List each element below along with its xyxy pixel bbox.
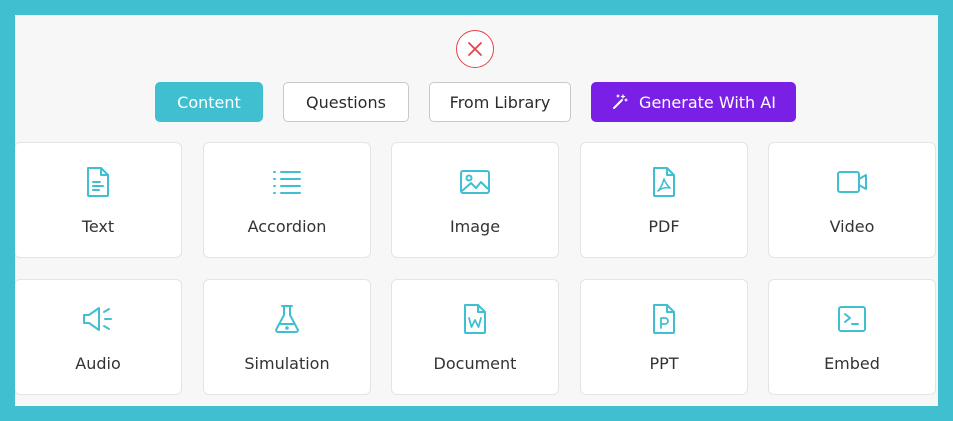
card-label: Embed xyxy=(824,354,880,373)
card-audio[interactable]: Audio xyxy=(15,279,182,395)
card-label: Video xyxy=(829,217,875,236)
flask-icon xyxy=(271,302,303,336)
list-icon xyxy=(271,165,303,199)
tab-questions-label: Questions xyxy=(306,92,386,112)
card-label: Document xyxy=(433,354,517,373)
card-document[interactable]: Document xyxy=(391,279,559,395)
magic-wand-icon xyxy=(611,93,629,111)
pdf-file-icon xyxy=(648,165,680,199)
card-simulation[interactable]: Simulation xyxy=(203,279,371,395)
tab-from-library-label: From Library xyxy=(449,92,551,112)
terminal-icon xyxy=(836,302,868,336)
card-label: Text xyxy=(81,217,115,236)
text-file-icon xyxy=(82,165,114,199)
card-label: Audio xyxy=(75,354,121,373)
generate-with-ai-button[interactable]: Generate With AI xyxy=(591,82,796,122)
card-embed[interactable]: Embed xyxy=(768,279,936,395)
tab-content[interactable]: Content xyxy=(155,82,263,122)
tab-from-library[interactable]: From Library xyxy=(429,82,571,122)
image-icon xyxy=(459,165,491,199)
generate-with-ai-label: Generate With AI xyxy=(639,92,776,112)
card-label: PPT xyxy=(649,354,679,373)
powerpoint-file-icon xyxy=(648,302,680,336)
card-accordion[interactable]: Accordion xyxy=(203,142,371,258)
close-icon xyxy=(467,41,483,57)
card-label: Simulation xyxy=(244,354,330,373)
card-label: Image xyxy=(449,217,501,236)
tab-questions[interactable]: Questions xyxy=(283,82,409,122)
card-label: PDF xyxy=(648,217,680,236)
card-ppt[interactable]: PPT xyxy=(580,279,748,395)
word-document-icon xyxy=(459,302,491,336)
card-video[interactable]: Video xyxy=(768,142,936,258)
speaker-icon xyxy=(82,302,114,336)
add-content-panel: Content Questions From Library Generate … xyxy=(15,15,938,406)
tab-content-label: Content xyxy=(177,92,241,112)
video-camera-icon xyxy=(836,165,868,199)
card-pdf[interactable]: PDF xyxy=(580,142,748,258)
card-label: Accordion xyxy=(247,217,327,236)
card-image[interactable]: Image xyxy=(391,142,559,258)
close-button[interactable] xyxy=(456,30,494,68)
card-text[interactable]: Text xyxy=(15,142,182,258)
